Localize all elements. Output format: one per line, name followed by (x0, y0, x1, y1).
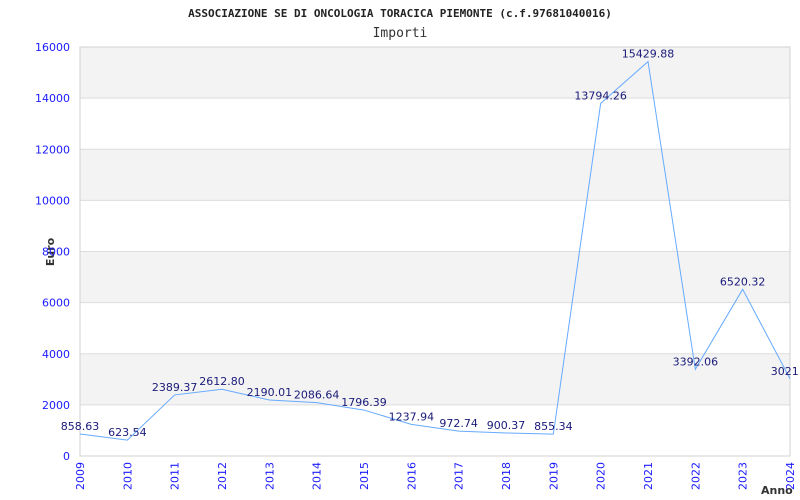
x-tick-label: 2024 (784, 462, 797, 490)
x-tick-label: 2019 (547, 462, 560, 490)
x-tick-label: 2015 (358, 462, 371, 490)
data-label: 858.63 (61, 420, 100, 433)
x-tick-label: 2018 (500, 462, 513, 490)
grid-band (80, 47, 790, 99)
data-label: 1796.39 (341, 396, 387, 409)
x-tick-label: 2013 (263, 462, 276, 490)
x-tick-label: 2011 (169, 462, 182, 490)
data-label: 3392.06 (673, 355, 719, 368)
data-label: 6520.32 (720, 275, 766, 288)
data-label: 15429.88 (622, 48, 675, 61)
y-tick-label: 2000 (42, 399, 70, 412)
line-chart: ASSOCIAZIONE SE DI ONCOLOGIA TORACICA PI… (35, 7, 800, 497)
y-tick-label: 14000 (35, 92, 70, 105)
data-label: 972.74 (439, 417, 478, 430)
data-label: 900.37 (487, 419, 526, 432)
x-tick-label: 2017 (453, 462, 466, 490)
chart-subtitle: Importi (373, 26, 428, 41)
y-tick-label: 12000 (35, 143, 70, 156)
y-tick-label: 10000 (35, 194, 70, 207)
data-label: 3021.6 (771, 365, 800, 378)
y-tick-label: 8000 (42, 246, 70, 259)
data-label: 13794.26 (574, 89, 627, 102)
x-tick-label: 2009 (74, 462, 87, 490)
x-tick-label: 2014 (311, 462, 324, 490)
x-tick-label: 2022 (689, 462, 702, 490)
chart-title: ASSOCIAZIONE SE DI ONCOLOGIA TORACICA PI… (188, 7, 612, 20)
y-tick-label: 6000 (42, 297, 70, 310)
x-tick-label: 2012 (216, 462, 229, 490)
y-tick-label: 4000 (42, 348, 70, 361)
x-tick-label: 2010 (121, 462, 134, 490)
data-label: 2389.37 (152, 381, 198, 394)
x-tick-label: 2023 (737, 462, 750, 490)
data-label: 1237.94 (389, 410, 435, 423)
data-label: 623.54 (108, 426, 147, 439)
data-label: 2086.64 (294, 389, 340, 402)
data-label: 855.34 (534, 420, 573, 433)
x-tick-label: 2021 (642, 462, 655, 490)
data-label: 2190.01 (247, 386, 293, 399)
y-tick-label: 0 (63, 450, 70, 463)
data-label: 2612.80 (199, 375, 245, 388)
x-tick-label: 2020 (595, 462, 608, 490)
x-tick-label: 2016 (405, 462, 418, 490)
grid-band (80, 149, 790, 201)
y-tick-label: 16000 (35, 41, 70, 54)
